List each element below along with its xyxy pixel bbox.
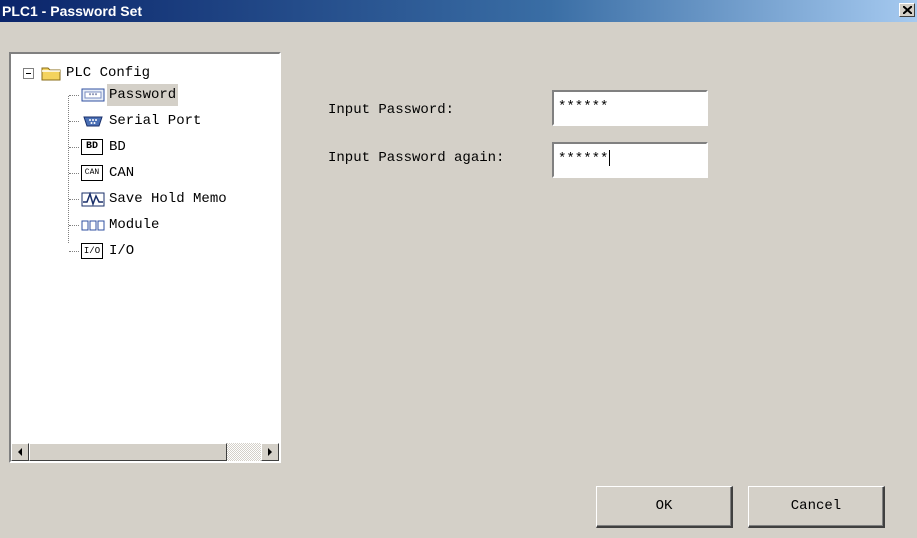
tree-item-label: Password: [107, 84, 179, 106]
close-icon: [903, 6, 912, 14]
folder-icon: [41, 67, 61, 81]
password-again-value: ******: [558, 151, 609, 167]
svg-text:***: ***: [88, 93, 97, 99]
password-set-dialog: PLC1 - Password Set PLC Config *** Passw…: [0, 0, 917, 538]
right-arrow-icon: [268, 448, 272, 456]
ok-button[interactable]: OK: [596, 486, 733, 528]
password-value: ******: [558, 99, 609, 115]
tree-item-label: Save Hold Memo: [109, 191, 227, 207]
tree-item-label: BD: [109, 139, 126, 155]
scroll-left-button[interactable]: [11, 443, 29, 461]
io-icon: I/O: [81, 243, 103, 259]
password-again-field[interactable]: ******: [552, 142, 708, 178]
password-icon: ***: [81, 88, 105, 102]
tree-item-label: I/O: [109, 243, 135, 259]
tree-root-label: PLC Config: [66, 65, 151, 81]
tree-item-password[interactable]: *** Password: [11, 84, 279, 106]
cancel-button[interactable]: Cancel: [748, 486, 885, 528]
window-title: PLC1 - Password Set: [2, 3, 143, 19]
tree-root-plc-config[interactable]: PLC Config: [11, 62, 279, 84]
tree-item-label: CAN: [109, 165, 135, 181]
tree-item-label: Serial Port: [109, 113, 202, 129]
scroll-thumb[interactable]: [29, 443, 227, 461]
title-bar[interactable]: PLC1 - Password Set: [0, 0, 917, 22]
serial-port-icon: [83, 116, 103, 127]
tree-item-serial-port[interactable]: Serial Port: [11, 110, 279, 132]
password-field[interactable]: ******: [552, 90, 708, 126]
tree-item-module[interactable]: Module: [11, 214, 279, 236]
tree-item-can[interactable]: CAN CAN: [11, 162, 279, 184]
password-again-label: Input Password again:: [328, 150, 505, 166]
waveform-icon: [81, 191, 105, 207]
tree-item-label: Module: [109, 217, 160, 233]
can-icon: CAN: [81, 165, 103, 181]
bd-icon: BD: [81, 139, 103, 155]
horizontal-scrollbar[interactable]: [11, 443, 279, 461]
scroll-track[interactable]: [227, 443, 261, 461]
tree-item-save-hold-memo[interactable]: Save Hold Memo: [11, 188, 279, 210]
tree-item-io[interactable]: I/O I/O: [11, 240, 279, 262]
close-button[interactable]: [899, 3, 915, 17]
module-icon: [81, 220, 105, 231]
collapse-icon[interactable]: [23, 68, 34, 79]
scroll-right-button[interactable]: [261, 443, 279, 461]
left-arrow-icon: [18, 448, 22, 456]
tree-item-bd[interactable]: BD BD: [11, 136, 279, 158]
config-tree[interactable]: PLC Config *** Password Serial Port BD B…: [9, 52, 281, 463]
password-label: Input Password:: [328, 102, 455, 118]
text-caret: [609, 150, 611, 167]
